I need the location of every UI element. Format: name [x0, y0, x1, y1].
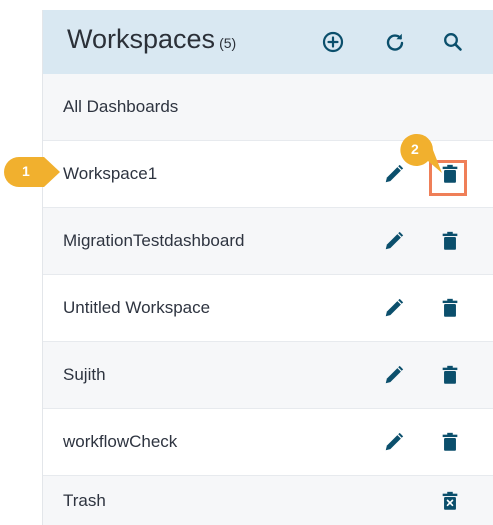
refresh-icon[interactable]: [383, 30, 407, 54]
workspace-label: Workspace1: [63, 164, 158, 183]
step-2-number: 2: [411, 141, 419, 157]
workspace-label: MigrationTestdashboard: [63, 231, 245, 250]
workspace-label: Untitled Workspace: [63, 298, 211, 317]
edit-pencil-icon[interactable]: [383, 431, 405, 453]
workspaces-panel: Workspaces(5) All Dashboards Workspace1: [42, 10, 493, 525]
delete-trash-icon[interactable]: [439, 431, 461, 453]
step-2-marker: [400, 133, 442, 173]
workspace-row[interactable]: workflowCheck: [43, 409, 493, 476]
workspace-count: (5): [219, 35, 237, 51]
trash-bin-icon[interactable]: [439, 490, 461, 512]
panel-title: Workspaces (5): [67, 24, 236, 55]
panel-title-text: Workspaces: [67, 24, 216, 54]
step-1-marker: [4, 157, 60, 187]
edit-pencil-icon[interactable]: [383, 230, 405, 252]
trash-item[interactable]: Trash: [43, 476, 493, 525]
workspace-row[interactable]: Sujith: [43, 342, 493, 409]
all-dashboards-item[interactable]: All Dashboards: [43, 74, 493, 141]
edit-pencil-icon[interactable]: [383, 364, 405, 386]
add-circle-icon[interactable]: [321, 30, 345, 54]
workspaces-header: Workspaces (5): [43, 10, 493, 74]
step-1-number: 1: [22, 163, 30, 179]
workspace-row[interactable]: MigrationTestdashboard: [43, 208, 493, 275]
all-dashboards-label: All Dashboards: [63, 97, 179, 116]
search-icon[interactable]: [441, 30, 465, 54]
delete-trash-icon[interactable]: [439, 230, 461, 252]
edit-pencil-icon[interactable]: [383, 297, 405, 319]
delete-trash-icon[interactable]: [439, 297, 461, 319]
workspace-row[interactable]: Untitled Workspace: [43, 275, 493, 342]
trash-label: Trash: [63, 490, 106, 510]
workspace-label: Sujith: [63, 365, 106, 384]
delete-trash-icon[interactable]: [439, 364, 461, 386]
workspace-label: workflowCheck: [63, 432, 178, 451]
